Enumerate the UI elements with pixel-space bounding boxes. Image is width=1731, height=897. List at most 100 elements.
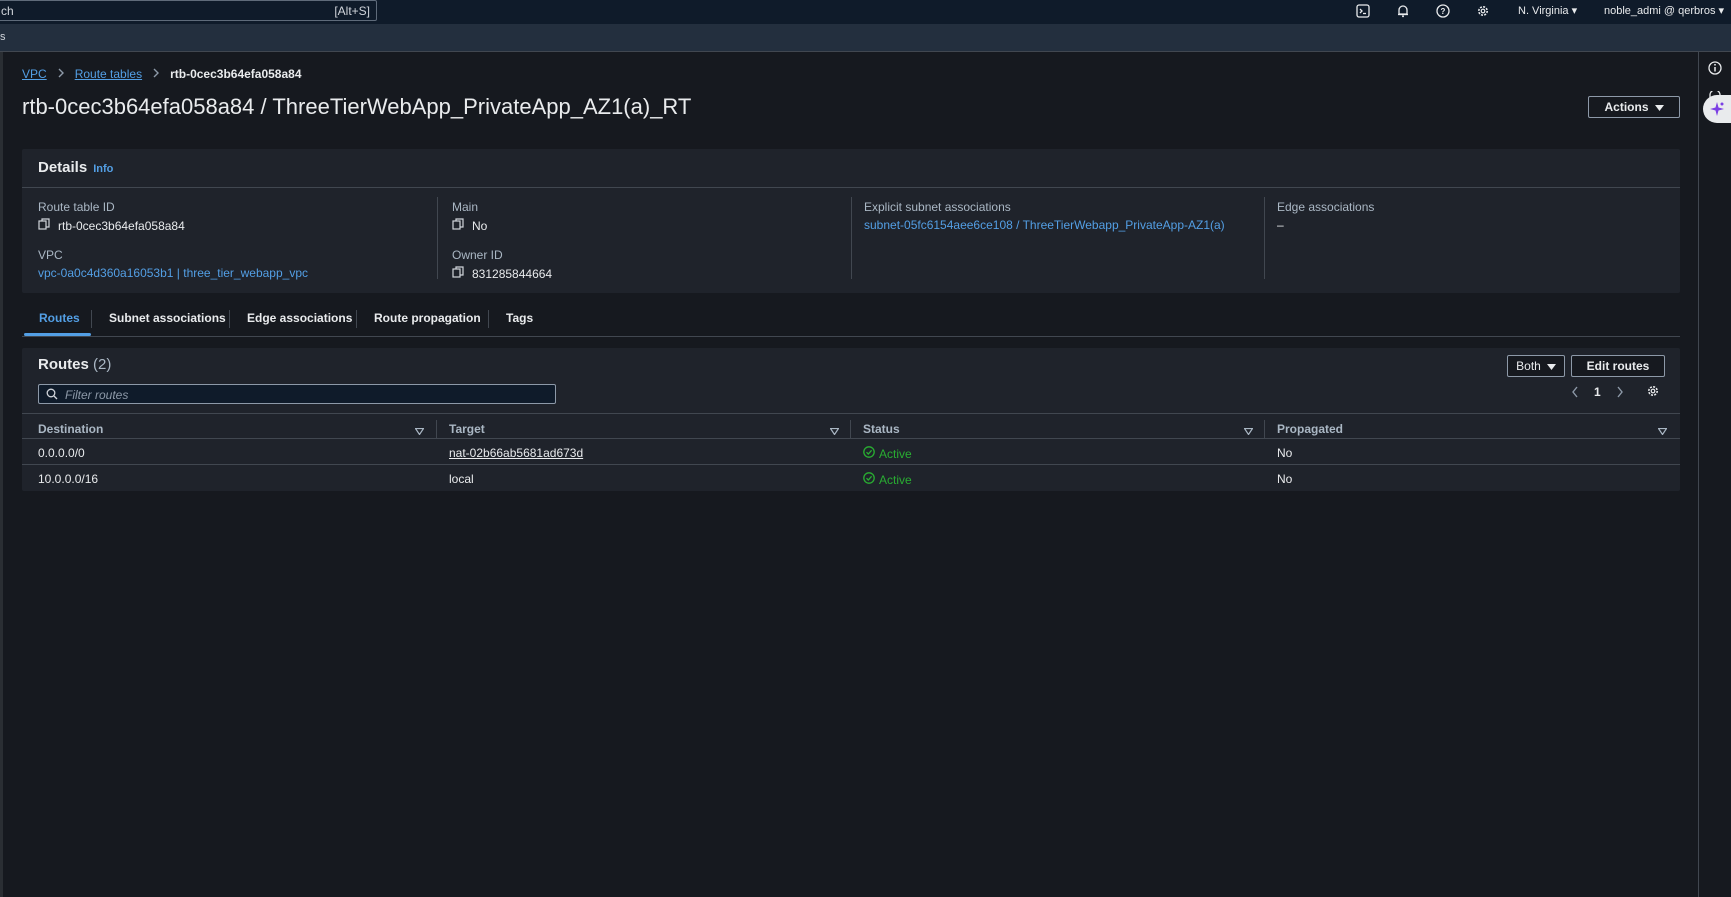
column-divider	[437, 197, 438, 279]
next-page-icon[interactable]	[1616, 386, 1624, 401]
explicit-subnet-link[interactable]: subnet-05fc6154aee6ce108 / ThreeTierWeba…	[864, 218, 1225, 232]
owner-id-value: 831285844664	[472, 266, 553, 281]
tab-tags[interactable]: Tags	[506, 311, 533, 325]
table-row[interactable]: 10.0.0.0/16 local Active No	[22, 464, 1680, 491]
tab-subnet-associations[interactable]: Subnet associations	[109, 311, 226, 325]
copy-icon[interactable]	[38, 218, 50, 233]
copy-icon[interactable]	[452, 218, 464, 233]
region-label: N. Virginia	[1518, 5, 1569, 17]
route-table-id-value: rtb-0cec3b64efa058a84	[58, 218, 185, 233]
chevron-right-icon	[152, 67, 160, 81]
status-text: Active	[879, 472, 912, 487]
routes-count: (2)	[93, 356, 112, 373]
status-badge: Active	[863, 446, 912, 461]
destination-cell: 0.0.0.0/0	[38, 446, 85, 460]
info-panel-icon[interactable]	[1708, 61, 1722, 78]
route-table-id-label: Route table ID	[38, 200, 115, 214]
region-selector[interactable]: N. Virginia ▾	[1518, 4, 1577, 17]
right-utility-bar	[1698, 52, 1731, 897]
table-top-divider	[22, 413, 1680, 414]
account-menu[interactable]: noble_admi @ qerbros ▾	[1604, 4, 1724, 17]
search-text: ch	[1, 4, 14, 18]
breadcrumb-vpc-link[interactable]: VPC	[22, 67, 47, 81]
preferences-gear-icon[interactable]	[1646, 384, 1660, 401]
column-header-destination[interactable]: Destination	[38, 422, 103, 436]
strip-text: s	[0, 31, 6, 43]
column-header-target[interactable]: Target	[449, 422, 485, 436]
column-separator	[436, 420, 437, 438]
filter-placeholder: Filter routes	[65, 388, 129, 402]
details-heading: Details Info	[38, 159, 113, 176]
copy-icon[interactable]	[452, 266, 464, 281]
tab-separator	[229, 310, 230, 328]
owner-id-field: Owner ID 831285844664	[452, 248, 552, 281]
top-nav-bar: ch [Alt+S] ? N. Virginia ▾ noble_admi @ …	[0, 0, 1731, 24]
vpc-link[interactable]: vpc-0a0c4d360a16053b1 | three_tier_webap…	[38, 266, 308, 280]
search-icon	[46, 388, 58, 403]
destination-cell: 10.0.0.0/16	[38, 472, 99, 486]
active-tab-indicator	[24, 333, 91, 336]
svg-text:?: ?	[1441, 7, 1446, 16]
routes-title: Routes	[38, 356, 89, 373]
tab-route-propagation[interactable]: Route propagation	[374, 311, 481, 325]
breadcrumb-route-tables-link[interactable]: Route tables	[75, 67, 142, 81]
column-separator	[1264, 420, 1265, 438]
vpc-field: VPC vpc-0a0c4d360a16053b1 | three_tier_w…	[38, 248, 308, 280]
chevron-down-icon: ▾	[1571, 5, 1578, 17]
table-row[interactable]: 0.0.0.0/0 nat-02b66ab5681ad673d Active N…	[22, 438, 1680, 465]
column-separator	[850, 420, 851, 438]
chevron-down-icon: ▾	[1718, 5, 1725, 17]
details-panel: Details Info Route table ID rtb-0cec3b64e…	[22, 149, 1680, 293]
main-field: Main No	[452, 200, 487, 233]
cloudshell-icon[interactable]	[1355, 3, 1371, 19]
propagated-cell: No	[1277, 472, 1293, 486]
sort-caret-icon[interactable]	[1243, 424, 1254, 438]
caret-down-icon	[1546, 359, 1556, 373]
check-circle-icon	[863, 446, 875, 461]
column-header-propagated[interactable]: Propagated	[1277, 422, 1343, 436]
edit-routes-button[interactable]: Edit routes	[1571, 355, 1665, 377]
filter-routes-input[interactable]: Filter routes	[38, 384, 556, 404]
main-label: Main	[452, 200, 479, 214]
left-nav-edge	[0, 52, 3, 897]
propagated-cell: No	[1277, 446, 1293, 460]
routes-heading: Routes (2)	[38, 356, 111, 373]
column-header-status[interactable]: Status	[863, 422, 900, 436]
tab-separator	[488, 310, 489, 328]
edge-associations-value: –	[1277, 218, 1284, 232]
help-icon[interactable]: ?	[1435, 3, 1451, 19]
account-label: noble_admi @ qerbros	[1604, 5, 1716, 17]
caret-down-icon	[1654, 100, 1664, 114]
tab-edge-associations[interactable]: Edge associations	[247, 311, 352, 325]
target-cell: local	[449, 472, 474, 486]
tab-bar: Routes Subnet associations Edge associat…	[22, 308, 1680, 337]
details-info-link[interactable]: Info	[93, 163, 113, 175]
page-title: rtb-0cec3b64efa058a84 / ThreeTierWebApp_…	[22, 94, 692, 119]
both-label: Both	[1516, 359, 1541, 373]
sort-caret-icon[interactable]	[414, 424, 425, 438]
global-search-input[interactable]: ch [Alt+S]	[0, 0, 377, 21]
check-circle-icon	[863, 472, 875, 487]
previous-page-icon[interactable]	[1571, 386, 1579, 401]
routes-panel: Routes (2) Both Edit routes Filter route…	[22, 348, 1680, 491]
details-title: Details	[38, 159, 88, 176]
sort-caret-icon[interactable]	[1657, 424, 1668, 438]
current-page-number[interactable]: 1	[1594, 385, 1601, 399]
settings-gear-icon[interactable]	[1475, 3, 1491, 19]
breadcrumb: VPC Route tables rtb-0cec3b64efa058a84	[22, 67, 302, 81]
both-filter-dropdown[interactable]: Both	[1507, 355, 1565, 377]
details-divider	[22, 187, 1680, 188]
target-link[interactable]: nat-02b66ab5681ad673d	[449, 446, 583, 460]
tab-separator	[91, 310, 92, 328]
vpc-label: VPC	[38, 248, 63, 262]
tab-routes[interactable]: Routes	[39, 311, 80, 325]
actions-button[interactable]: Actions	[1588, 96, 1680, 118]
column-divider	[1264, 197, 1265, 279]
notifications-bell-icon[interactable]	[1395, 3, 1411, 19]
amazon-q-sparkle-icon[interactable]	[1703, 95, 1731, 123]
breadcrumb-current: rtb-0cec3b64efa058a84	[170, 67, 302, 81]
owner-id-label: Owner ID	[452, 248, 503, 262]
sort-caret-icon[interactable]	[829, 424, 840, 438]
status-badge: Active	[863, 472, 912, 487]
edge-associations-label: Edge associations	[1277, 200, 1375, 214]
